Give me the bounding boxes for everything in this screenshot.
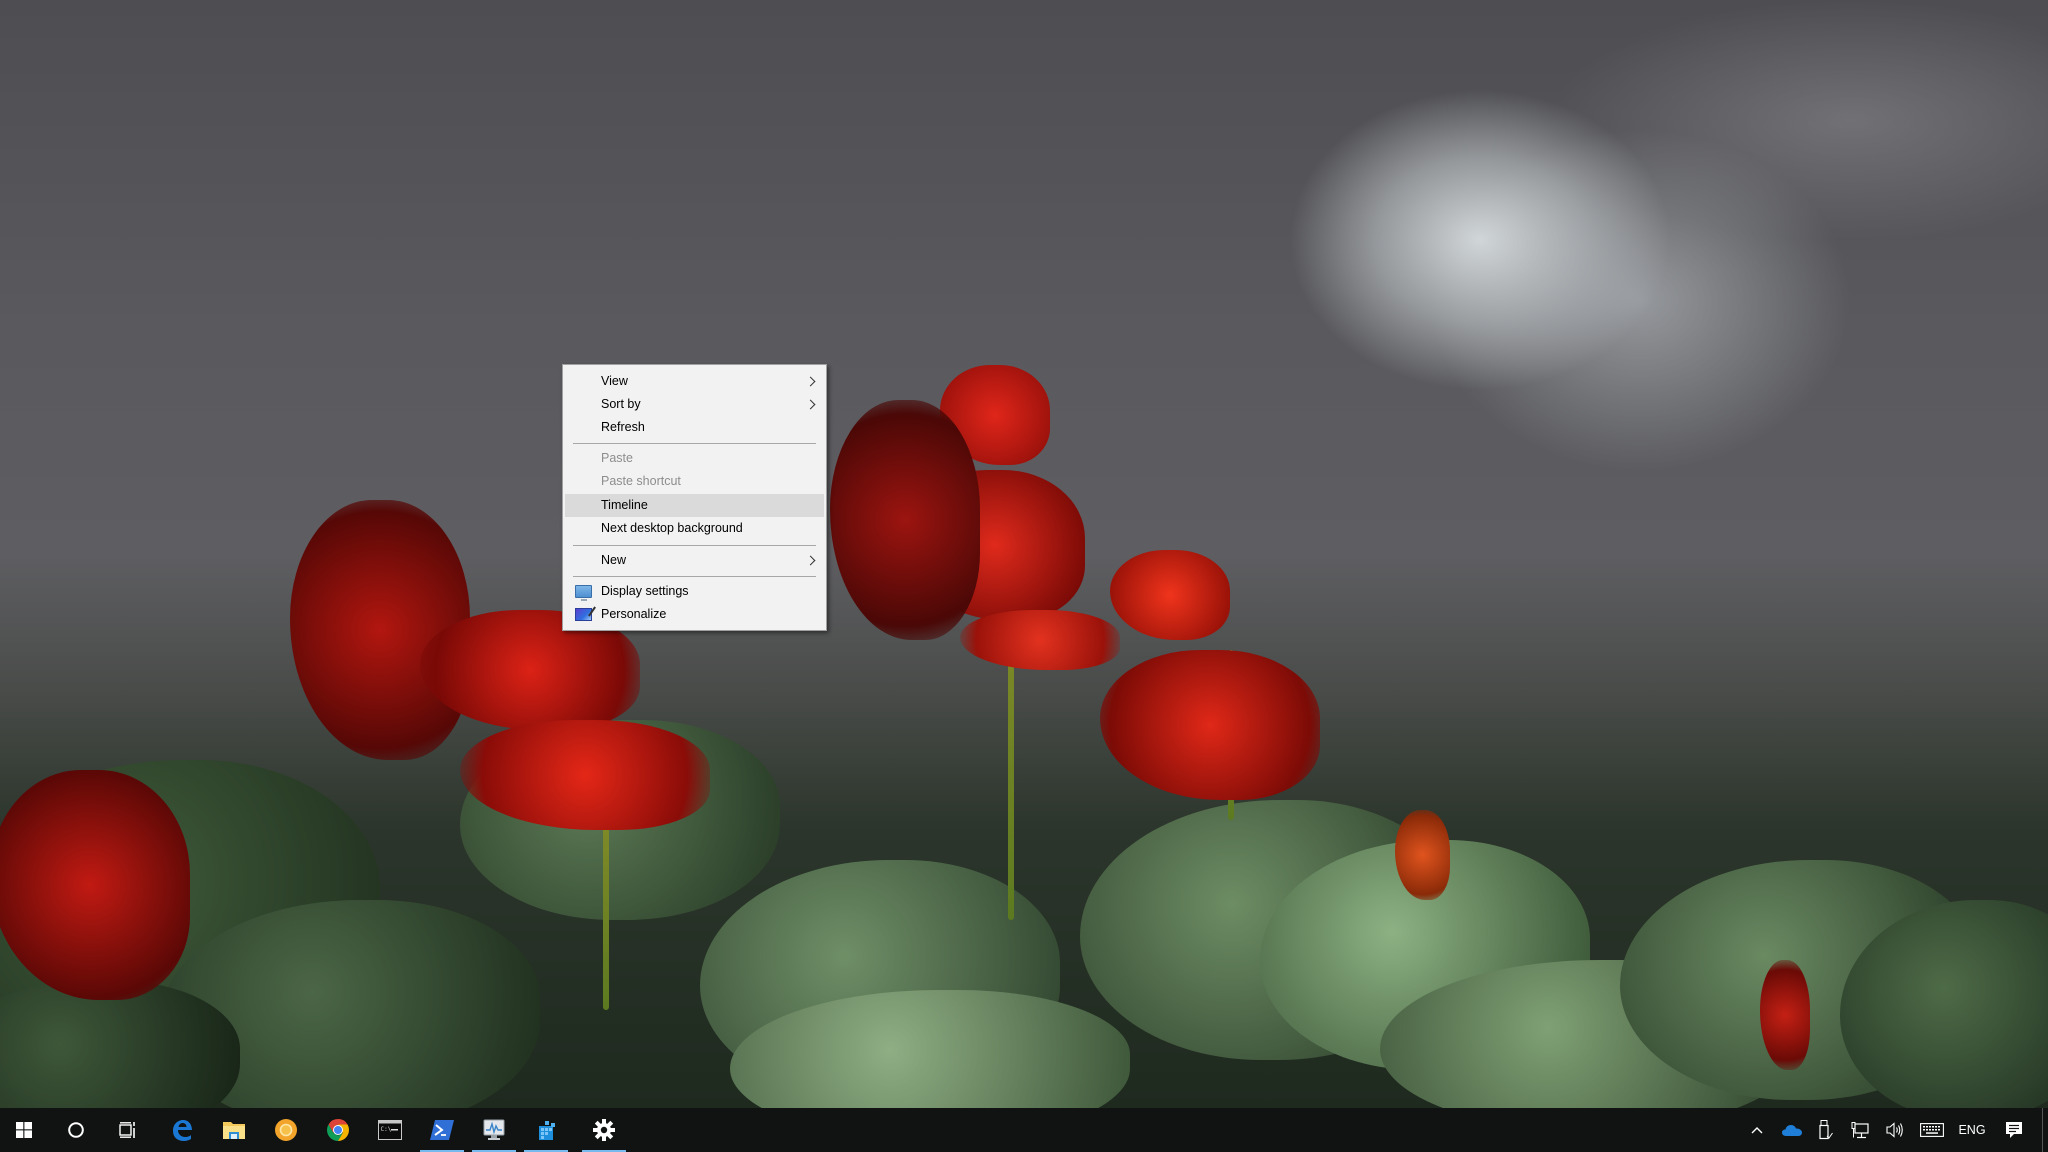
menu-item-paste[interactable]: Paste xyxy=(565,447,824,470)
menu-item-label: Sort by xyxy=(601,397,641,411)
show-desktop-button[interactable] xyxy=(2043,1108,2048,1152)
menu-item-label: Display settings xyxy=(601,584,689,598)
taskbar-blocks-app[interactable] xyxy=(522,1108,570,1152)
menu-item-view[interactable]: View xyxy=(565,370,824,393)
menu-item-timeline[interactable]: Timeline xyxy=(565,494,824,517)
cortana-button[interactable] xyxy=(52,1108,100,1152)
menu-item-label: Next desktop background xyxy=(601,521,743,535)
tray-volume[interactable] xyxy=(1880,1108,1910,1152)
powershell-icon xyxy=(430,1120,454,1140)
menu-item-refresh[interactable]: Refresh xyxy=(565,416,824,439)
menu-item-label: Paste shortcut xyxy=(601,474,681,488)
language-indicator: ENG xyxy=(1958,1123,1986,1137)
task-view-icon xyxy=(119,1122,135,1138)
tray-input-language[interactable]: ENG xyxy=(1956,1108,1988,1152)
taskbar-edge[interactable] xyxy=(158,1108,206,1152)
menu-item-display-settings[interactable]: Display settings xyxy=(565,580,824,603)
desktop-wallpaper[interactable] xyxy=(0,0,2048,1108)
wallpaper-flower xyxy=(1110,550,1230,640)
taskbar: C:\ ENG xyxy=(0,1108,2048,1152)
menu-item-next-desktop-background[interactable]: Next desktop background xyxy=(565,517,824,540)
wallpaper-flower xyxy=(0,770,190,1000)
menu-item-sort-by[interactable]: Sort by xyxy=(565,393,824,416)
menu-item-personalize[interactable]: Personalize xyxy=(565,603,824,626)
menu-separator xyxy=(573,443,816,444)
wallpaper-flower xyxy=(830,400,980,640)
taskbar-command-prompt[interactable]: C:\ xyxy=(366,1108,414,1152)
taskbar-settings[interactable] xyxy=(580,1108,628,1152)
cmd-icon: C:\ xyxy=(378,1120,402,1140)
chevron-right-icon xyxy=(807,549,817,572)
personalize-icon xyxy=(575,608,592,621)
volume-icon xyxy=(1886,1122,1903,1138)
menu-item-new[interactable]: New xyxy=(565,549,824,572)
wallpaper-flower xyxy=(1100,650,1320,800)
menu-item-label: View xyxy=(601,374,628,388)
gear-icon xyxy=(593,1119,615,1141)
menu-item-label: New xyxy=(601,553,627,567)
chevron-right-icon xyxy=(807,370,817,393)
action-center-icon xyxy=(2006,1122,2022,1138)
wallpaper-flower xyxy=(960,610,1120,670)
edge-icon xyxy=(173,1120,192,1141)
cortana-circle-icon xyxy=(68,1122,84,1138)
blocks-app-icon xyxy=(539,1121,555,1140)
chevron-right-icon xyxy=(807,393,817,416)
menu-item-label: Timeline xyxy=(601,498,648,512)
touch-keyboard-icon xyxy=(1920,1123,1944,1137)
chevron-up-icon xyxy=(1751,1127,1763,1134)
action-center-button[interactable] xyxy=(1996,1108,2032,1152)
tray-network[interactable] xyxy=(1845,1108,1875,1152)
tray-onedrive[interactable] xyxy=(1777,1108,1807,1152)
windows-logo-icon xyxy=(16,1122,32,1138)
menu-item-label: Refresh xyxy=(601,420,645,434)
folder-icon xyxy=(223,1122,245,1139)
svg-text:C:\: C:\ xyxy=(381,1126,392,1133)
taskbar-chrome[interactable] xyxy=(314,1108,362,1152)
tray-touch-keyboard[interactable] xyxy=(1916,1108,1948,1152)
menu-item-label: Personalize xyxy=(601,607,667,621)
menu-separator xyxy=(573,576,816,577)
usb-drive-icon xyxy=(1819,1120,1833,1140)
menu-item-paste-shortcut[interactable]: Paste shortcut xyxy=(565,470,824,493)
show-hidden-icons-button[interactable] xyxy=(1745,1108,1769,1152)
wallpaper-flower xyxy=(1760,960,1810,1070)
desktop-context-menu: View Sort by Refresh Paste Paste shortcu… xyxy=(562,364,827,631)
network-icon xyxy=(1851,1121,1869,1138)
chrome-icon xyxy=(327,1119,349,1141)
display-settings-icon xyxy=(575,585,592,601)
performance-monitor-icon xyxy=(483,1119,505,1140)
task-view-button[interactable] xyxy=(104,1108,152,1152)
taskbar-performance-monitor[interactable] xyxy=(470,1108,518,1152)
menu-item-label: Paste xyxy=(601,451,633,465)
taskbar-powershell[interactable] xyxy=(418,1108,466,1152)
start-button[interactable] xyxy=(0,1108,48,1152)
taskbar-file-explorer[interactable] xyxy=(210,1108,258,1152)
menu-separator xyxy=(573,545,816,546)
tray-safely-remove-hardware[interactable] xyxy=(1813,1108,1839,1152)
taskbar-chrome-canary[interactable] xyxy=(262,1108,310,1152)
onedrive-cloud-icon xyxy=(1782,1125,1802,1136)
chrome-canary-icon xyxy=(275,1119,297,1141)
